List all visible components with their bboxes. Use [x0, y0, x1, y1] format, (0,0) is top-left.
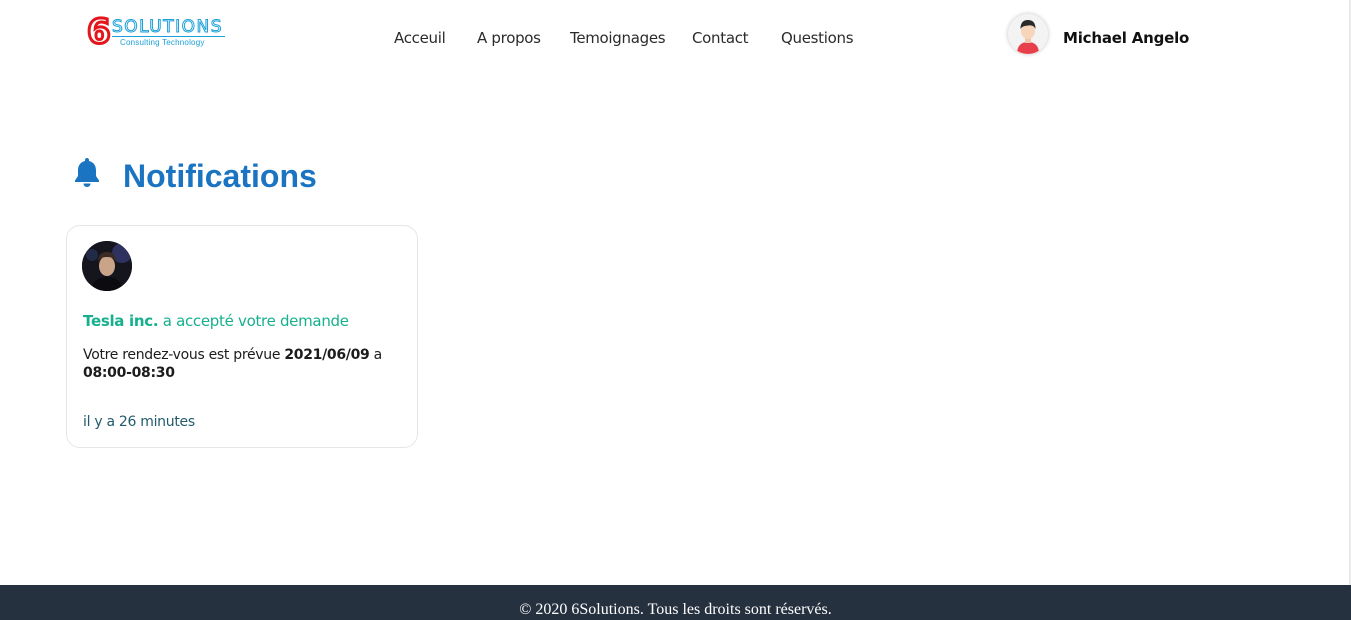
nav-link-acceuil[interactable]: Acceuil	[394, 28, 446, 48]
company-name[interactable]: Tesla inc.	[83, 312, 159, 330]
company-avatar	[82, 241, 132, 291]
notification-message: Tesla inc. a accepté votre demande	[83, 311, 349, 331]
nav-link-a-propos[interactable]: A propos	[477, 28, 541, 48]
appointment-prefix: Votre rendez-vous est prévue	[83, 347, 285, 363]
nav-link-temoignages[interactable]: Temoignages	[570, 28, 666, 48]
page-title: Notifications	[123, 158, 317, 194]
user-avatar-icon	[1008, 14, 1048, 54]
user-name[interactable]: Michael Angelo	[1063, 28, 1189, 48]
nav-link-contact[interactable]: Contact	[692, 28, 749, 48]
appointment-details: Votre rendez-vous est prévue 2021/06/09 …	[83, 346, 403, 382]
notification-time: il y a 26 minutes	[83, 414, 195, 430]
notification-card[interactable]: Tesla inc. a accepté votre demande Votre…	[66, 225, 418, 448]
logo-underline	[112, 36, 225, 37]
appointment-date: 2021/06/09	[284, 347, 370, 363]
user-avatar[interactable]	[1008, 14, 1048, 54]
brand-logo[interactable]: 6 SOLUTIONS Consulting Technology	[86, 12, 232, 52]
nav-link-questions[interactable]: Questions	[781, 28, 854, 48]
logo-wordmark: SOLUTIONS	[111, 17, 224, 37]
appointment-middle: a	[369, 347, 383, 363]
footer-copyright: © 2020 6Solutions. Tous les droits sont …	[519, 601, 832, 618]
logo-tagline: Consulting Technology	[120, 38, 205, 47]
company-avatar-photo-icon	[82, 241, 132, 291]
bell-icon	[75, 158, 99, 187]
appointment-slot: 08:00-08:30	[83, 365, 175, 381]
logo-digit: 6	[86, 12, 113, 52]
notification-action: a accepté votre demande	[158, 312, 349, 330]
site-footer: © 2020 6Solutions. Tous les droits sont …	[0, 585, 1351, 620]
